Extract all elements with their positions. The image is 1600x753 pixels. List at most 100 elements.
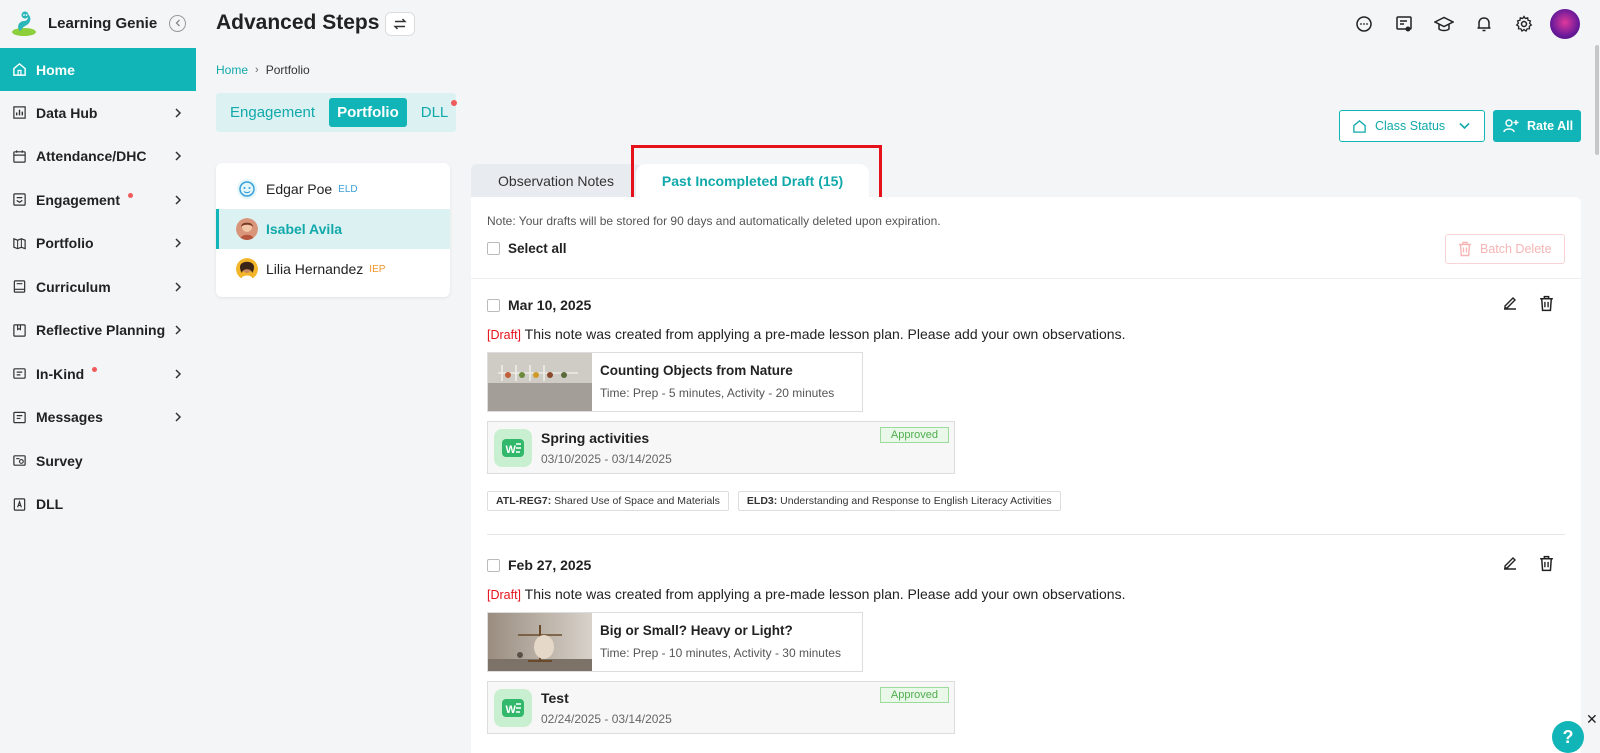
- sidebar-item-curriculum[interactable]: Curriculum: [0, 265, 196, 309]
- chat-button[interactable]: [1344, 8, 1384, 40]
- page-title: Advanced Steps: [216, 11, 380, 34]
- lesson-thumbnail: [488, 353, 592, 411]
- sidebar-item-label: Portfolio: [36, 235, 94, 252]
- portfolio-icon: [12, 236, 27, 251]
- lesson-card[interactable]: Counting Objects from Nature Time: Prep …: [487, 352, 863, 412]
- tab-dll[interactable]: DLL: [413, 98, 458, 127]
- weekly-plan-icon: W: [502, 698, 524, 717]
- lesson-time: Time: Prep - 10 minutes, Activity - 30 m…: [600, 646, 841, 660]
- breadcrumb: Home › Portfolio: [216, 63, 310, 77]
- entry-date: Feb 27, 2025: [508, 557, 592, 573]
- edit-button[interactable]: [1491, 555, 1528, 572]
- chat-icon: [1356, 16, 1372, 32]
- tab-engagement[interactable]: Engagement: [222, 98, 323, 127]
- sidebar-item-data-hub[interactable]: Data Hub: [0, 91, 196, 135]
- select-all[interactable]: Select all: [487, 241, 567, 256]
- report-button[interactable]: [1384, 8, 1424, 40]
- module-tabs: Engagement Portfolio DLL: [216, 93, 458, 132]
- class-status-label: Class Status: [1375, 119, 1446, 133]
- switch-class-button[interactable]: [385, 12, 415, 36]
- notification-dot: [451, 100, 458, 106]
- standard-text: Shared Use of Space and Materials: [551, 495, 720, 507]
- close-help-icon[interactable]: ✕: [1586, 711, 1598, 728]
- sidebar-item-in-kind[interactable]: In-Kind: [0, 352, 196, 396]
- sidebar-item-home[interactable]: Home: [0, 48, 196, 91]
- entry-checkbox[interactable]: [487, 558, 500, 572]
- sidebar-item-survey[interactable]: Survey: [0, 439, 196, 483]
- batch-delete-button[interactable]: Batch Delete: [1445, 234, 1565, 264]
- draft-text: This note was created from applying a pr…: [521, 586, 1126, 602]
- sidebar-item-dll[interactable]: DLL: [0, 483, 196, 527]
- lesson-card[interactable]: Big or Small? Heavy or Light? Time: Prep…: [487, 612, 863, 672]
- weekly-plan-card[interactable]: W Test 02/24/2025 - 03/14/2025 Approved: [487, 681, 955, 734]
- draft-text: This note was created from applying a pr…: [521, 326, 1126, 342]
- chevron-right-icon: [175, 195, 182, 205]
- graduation-cap-icon: [1434, 16, 1454, 32]
- approved-badge: Approved: [879, 427, 949, 443]
- plan-title: Test: [541, 689, 569, 706]
- sidebar-item-label: In-Kind: [36, 365, 85, 382]
- draft-entry: Mar 10, 2025 [Draft] This note was creat…: [487, 295, 1565, 511]
- class-status-dropdown[interactable]: Class Status: [1339, 110, 1485, 142]
- sidebar-item-label: Survey: [36, 452, 83, 469]
- sidebar-item-attendance[interactable]: Attendance/DHC: [0, 135, 196, 179]
- standard-tag: ATL-REG7: Shared Use of Space and Materi…: [487, 491, 729, 511]
- child-item-active[interactable]: Isabel Avila: [216, 209, 450, 249]
- calendar-icon: [12, 149, 27, 164]
- delete-button[interactable]: [1528, 295, 1565, 312]
- collapse-sidebar-button[interactable]: [169, 14, 187, 32]
- sidebar-item-reflective-planning[interactable]: Reflective Planning: [0, 309, 196, 353]
- breadcrumb-home-link[interactable]: Home: [216, 63, 248, 77]
- edit-button[interactable]: [1491, 295, 1528, 312]
- help-button[interactable]: ?: [1552, 721, 1584, 753]
- brand: Learning Genie: [0, 0, 196, 46]
- bell-icon: [1477, 17, 1491, 32]
- chevron-right-icon: [175, 369, 182, 379]
- entry-actions: [1491, 295, 1565, 312]
- rate-all-button[interactable]: Rate All: [1493, 110, 1581, 142]
- select-all-checkbox[interactable]: [487, 242, 500, 255]
- lesson-title: Counting Objects from Nature: [600, 363, 793, 378]
- sidebar-item-messages[interactable]: Messages: [0, 396, 196, 440]
- child-item[interactable]: Lilia Hernandez IEP: [216, 249, 450, 289]
- child-avatar-icon: [237, 179, 257, 199]
- draft-message: [Draft] This note was created from apply…: [487, 326, 1565, 342]
- tab-portfolio[interactable]: Portfolio: [329, 98, 407, 127]
- engagement-icon: [12, 192, 27, 207]
- chevron-right-icon: [175, 282, 182, 292]
- chevron-right-icon: [175, 151, 182, 161]
- swap-icon: [393, 18, 407, 30]
- delete-button[interactable]: [1528, 555, 1565, 572]
- expiration-note: Note: Your drafts will be stored for 90 …: [487, 214, 941, 228]
- gear-icon: [1515, 15, 1533, 32]
- standard-text: Understanding and Response to English Li…: [777, 495, 1052, 507]
- child-item[interactable]: Edgar Poe ELD: [216, 169, 450, 209]
- sidebar-item-label: DLL: [36, 496, 64, 513]
- settings-button[interactable]: [1504, 8, 1544, 40]
- weekly-plan-card[interactable]: W Spring activities 03/10/2025 - 03/14/2…: [487, 421, 955, 474]
- plan-dates: 02/24/2025 - 03/14/2025: [541, 711, 672, 726]
- tab-observation-notes[interactable]: Observation Notes: [471, 164, 641, 197]
- learning-genie-logo-icon: [12, 11, 36, 36]
- header-toolbar: [1344, 8, 1580, 40]
- user-avatar[interactable]: [1550, 9, 1580, 39]
- sidebar-item-label: Curriculum: [36, 278, 111, 295]
- entry-actions: [1491, 555, 1565, 572]
- rate-all-label: Rate All: [1527, 119, 1574, 133]
- chevron-right-icon: [175, 108, 182, 118]
- draft-message: [Draft] This note was created from apply…: [487, 586, 1565, 602]
- page-scrollbar[interactable]: [1595, 45, 1599, 155]
- sidebar-item-engagement[interactable]: Engagement: [0, 178, 196, 222]
- iep-tag: IEP: [369, 263, 386, 275]
- sidebar-item-label: Engagement: [36, 191, 121, 208]
- divider: [487, 534, 1565, 535]
- svg-text:W: W: [506, 444, 517, 456]
- sidebar: Learning Genie Home Data Hub Attendance/…: [0, 0, 196, 753]
- entry-checkbox[interactable]: [487, 298, 500, 312]
- sidebar-item-portfolio[interactable]: Portfolio: [0, 222, 196, 266]
- sidebar-item-label: Attendance/DHC: [36, 148, 147, 165]
- sidebar-nav: Home Data Hub Attendance/DHC Engagement …: [0, 48, 196, 526]
- chevron-right-icon: [175, 412, 182, 422]
- training-button[interactable]: [1424, 8, 1464, 40]
- notifications-button[interactable]: [1464, 8, 1504, 40]
